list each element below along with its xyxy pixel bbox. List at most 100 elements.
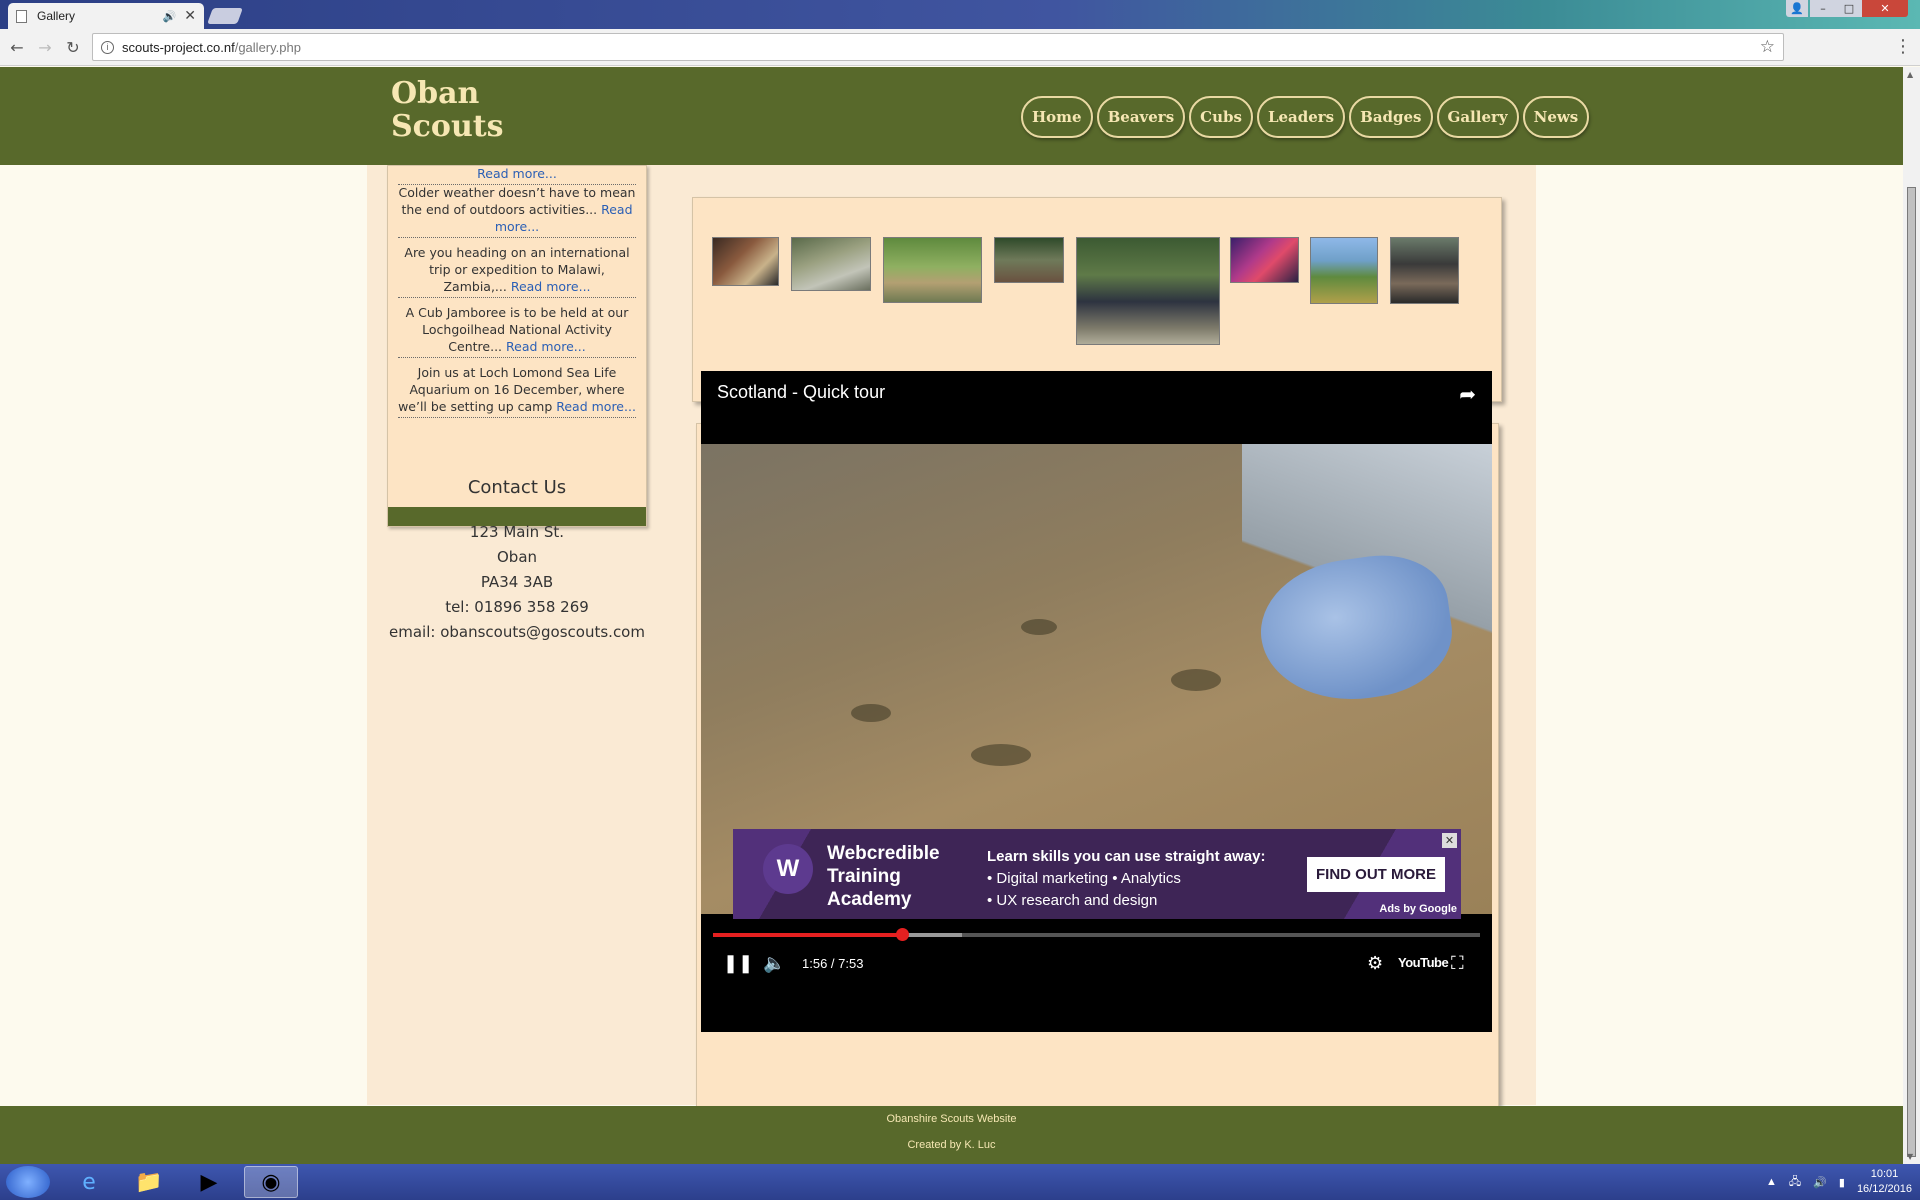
logo-line-2: Scouts [391, 109, 504, 144]
maximize-button[interactable]: □ [1836, 0, 1862, 17]
news-sidebar: Read more... Colder weather doesn’t have… [387, 165, 647, 527]
page-icon [16, 9, 27, 23]
clock-time: 10:01 [1870, 1168, 1899, 1180]
contact-address: 123 Main St. [469, 523, 565, 541]
nav-home[interactable]: Home [1021, 96, 1093, 138]
contact-town: Oban [496, 548, 538, 566]
video-scene-bush [851, 704, 891, 722]
forward-icon[interactable]: → [34, 36, 56, 58]
scroll-up-icon[interactable]: ▲ [1907, 70, 1913, 79]
fullscreen-icon[interactable]: ⛶ [1451, 953, 1464, 974]
file-explorer-icon[interactable]: 📁 [122, 1166, 176, 1198]
footer-credit: Created by K. Luc [907, 1139, 996, 1151]
ad-logo: W [763, 844, 813, 894]
read-more-link[interactable]: Read more... [511, 279, 591, 294]
gallery-thumbnail[interactable] [883, 237, 982, 303]
video-ad-overlay[interactable]: W Webcredible Training Academy Learn ski… [733, 829, 1461, 919]
video-title[interactable]: Scotland - Quick tour [717, 382, 885, 403]
ad-close-icon[interactable]: ✕ [1442, 833, 1457, 848]
read-more-link[interactable]: Read more... [477, 166, 557, 181]
contact-phone: tel: 01896 358 269 [445, 598, 589, 616]
internet-explorer-icon[interactable]: e [62, 1166, 116, 1198]
volume-tray-icon[interactable]: 🔊 [1813, 1176, 1827, 1189]
ad-bullet: • Digital marketing • Analytics [987, 870, 1181, 887]
ad-attribution: Ads by Google [1379, 903, 1457, 915]
media-player-icon[interactable]: ▶ [182, 1166, 236, 1198]
contact-postcode: PA34 3AB [480, 573, 554, 591]
info-icon[interactable]: i [101, 40, 114, 54]
nav-badges[interactable]: Badges [1349, 96, 1433, 138]
youtube-logo-icon[interactable]: YouTube [1398, 955, 1449, 970]
window-titlebar: Gallery 🔊 ✕ 👤 – □ ✕ [0, 0, 1920, 29]
nav-news[interactable]: News [1522, 96, 1590, 138]
video-scene-bush [1171, 669, 1221, 691]
settings-icon[interactable]: ⚙ [1367, 953, 1383, 974]
tray-expand-icon[interactable]: ▲ [1766, 1176, 1777, 1188]
news-item: Read more... [398, 165, 636, 185]
network-icon[interactable]: 🖧 [1789, 1173, 1801, 1192]
nav-beavers[interactable]: Beavers [1096, 96, 1186, 138]
read-more-link[interactable]: Read more... [556, 399, 636, 414]
url-path: /gallery.php [234, 39, 301, 55]
user-icon[interactable]: 👤 [1786, 0, 1808, 17]
gallery-thumbnail[interactable] [791, 237, 871, 291]
windows-taskbar: e 📁 ▶ ◉ ▲ 🖧 🔊 ▮ 10:01 16/12/2016 [0, 1164, 1920, 1200]
share-icon[interactable]: ➦ [1459, 382, 1476, 406]
volume-icon[interactable]: 🔈 [763, 953, 785, 974]
gallery-thumbnail[interactable] [994, 237, 1064, 283]
tab-title: Gallery [37, 9, 76, 23]
site-logo[interactable]: Oban Scouts [391, 77, 504, 143]
nav-gallery[interactable]: Gallery [1436, 96, 1519, 138]
address-bar[interactable]: i scouts-project.co.nf/gallery.php ☆ [92, 33, 1784, 61]
browser-tab[interactable]: Gallery 🔊 ✕ [8, 3, 204, 29]
gallery-thumbnail[interactable] [1390, 237, 1459, 304]
contact-email: email: obanscouts@goscouts.com [389, 623, 645, 641]
chrome-icon[interactable]: ◉ [244, 1166, 298, 1198]
browser-toolbar: ← → ↻ i scouts-project.co.nf/gallery.php… [0, 29, 1920, 66]
progress-played [713, 933, 902, 937]
ad-bullet: • UX research and design [987, 892, 1158, 909]
scrollbar-thumb[interactable] [1907, 187, 1916, 1157]
ad-brand: Webcredible Training Academy [827, 843, 940, 910]
news-item: Are you heading on an international trip… [398, 244, 636, 298]
start-button[interactable] [6, 1166, 50, 1198]
news-item: Colder weather doesn’t have to mean the … [398, 184, 636, 238]
logo-line-1: Oban [391, 76, 480, 111]
browser-menu-icon[interactable]: ⋮ [1894, 36, 1912, 57]
close-window-button[interactable]: ✕ [1862, 0, 1908, 17]
gallery-thumbnail[interactable] [712, 237, 779, 286]
main-nav: Home Beavers Cubs Leaders Badges Gallery… [1021, 96, 1590, 138]
contact-section: Contact Us 123 Main St. Oban PA34 3AB te… [387, 477, 647, 645]
gallery-thumbnail[interactable] [1310, 237, 1378, 304]
scroll-down-icon[interactable]: ▼ [1907, 1152, 1913, 1161]
video-scene-bush [1021, 619, 1057, 635]
signal-icon[interactable]: ▮ [1839, 1176, 1845, 1189]
video-controls: ❚❚ 🔈 1:56 / 7:53 ⚙ YouTube ⛶ [701, 946, 1492, 986]
clock[interactable]: 10:01 16/12/2016 [1857, 1167, 1912, 1197]
reload-icon[interactable]: ↻ [62, 36, 84, 58]
bookmark-star-icon[interactable]: ☆ [1760, 37, 1775, 57]
nav-leaders[interactable]: Leaders [1256, 96, 1346, 138]
footer-site-name: Obanshire Scouts Website [886, 1113, 1017, 1125]
back-icon[interactable]: ← [6, 36, 28, 58]
news-item: Join us at Loch Lomond Sea Life Aquarium… [398, 364, 636, 418]
ad-cta-button[interactable]: FIND OUT MORE [1307, 857, 1445, 892]
gallery-thumbnail[interactable] [1230, 237, 1299, 283]
site-footer: Obanshire Scouts Website Created by K. L… [0, 1106, 1903, 1164]
ad-copy: Learn skills you can use straight away: … [987, 846, 1265, 912]
pause-icon[interactable]: ❚❚ [723, 953, 753, 974]
new-tab-button[interactable] [207, 8, 243, 24]
page-scrollbar[interactable]: ▲ ▼ [1903, 67, 1920, 1164]
progress-scrubber[interactable] [895, 928, 909, 941]
gallery-thumbnail[interactable] [1076, 237, 1220, 345]
news-item: A Cub Jamboree is to be held at our Loch… [398, 304, 636, 358]
minimize-button[interactable]: – [1810, 0, 1836, 17]
close-tab-icon[interactable]: ✕ [184, 8, 196, 24]
nav-cubs[interactable]: Cubs [1189, 96, 1253, 138]
read-more-link[interactable]: Read more... [506, 339, 586, 354]
contact-title: Contact Us [467, 477, 567, 498]
speaker-icon[interactable]: 🔊 [163, 10, 177, 23]
video-progress-bar[interactable] [713, 928, 1480, 941]
video-time: 1:56 / 7:53 [802, 956, 864, 971]
youtube-player[interactable]: Scotland - Quick tour ➦ W Webcredible Tr… [701, 371, 1492, 1032]
